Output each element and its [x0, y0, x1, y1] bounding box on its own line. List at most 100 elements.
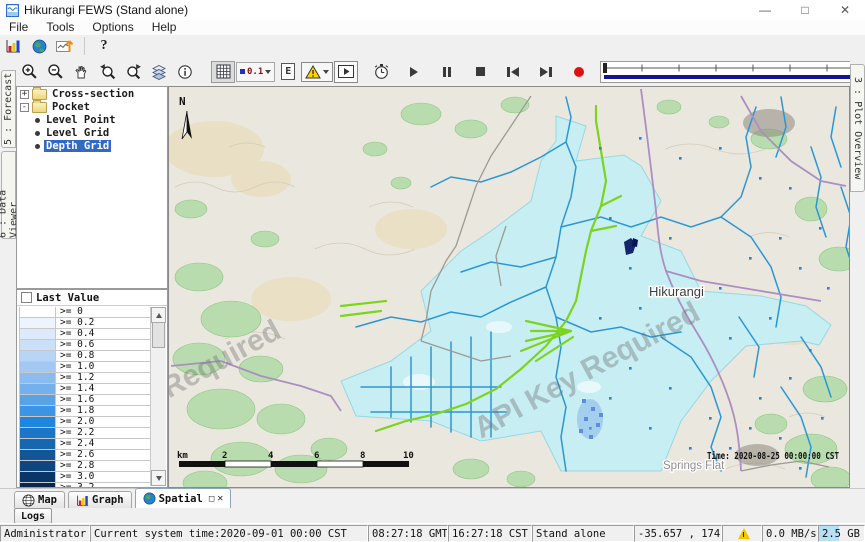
database-chart-button[interactable]	[1, 35, 25, 57]
legend-swatch	[20, 439, 56, 449]
bar-chart-icon	[5, 38, 21, 54]
legend-swatch	[20, 461, 56, 471]
menu-tools[interactable]: Tools	[37, 20, 83, 35]
tab-spatial[interactable]: Spatial □ ✕	[135, 488, 232, 508]
tree-node-level-point[interactable]: Level Point	[20, 114, 167, 126]
warning-dropdown[interactable]	[301, 62, 333, 82]
application-window: Hikurangi FEWS (Stand alone) — □ ✕ File …	[0, 0, 865, 542]
zoom-out-button[interactable]	[43, 61, 67, 83]
map-display-button[interactable]	[27, 35, 51, 57]
zoom-previous-icon	[99, 63, 116, 80]
tree-node-label: Level Grid	[44, 127, 111, 139]
zoom-next-button[interactable]	[121, 61, 145, 83]
legend-row[interactable]: >= 3.2	[20, 483, 150, 487]
status-bar: Administrator Current system time:2020-0…	[0, 523, 865, 542]
expand-icon[interactable]: +	[20, 90, 29, 99]
zoom-in-button[interactable]	[17, 61, 41, 83]
play-button[interactable]	[402, 61, 426, 83]
legend-label: >= 0.4	[56, 329, 94, 339]
left-dock-strip: 5 : Forecast 6 : Data Viewer	[0, 57, 16, 488]
profile-tool-button[interactable]	[53, 35, 77, 57]
menu-options[interactable]: Options	[83, 20, 142, 35]
zoom-out-icon	[47, 63, 64, 80]
precision-dot-icon	[240, 69, 245, 74]
zoom-previous-button[interactable]	[95, 61, 119, 83]
time-slider[interactable]	[600, 61, 865, 83]
maximize-button[interactable]: □	[785, 0, 825, 20]
show-grid-button[interactable]	[211, 61, 235, 83]
play-icon	[410, 67, 418, 77]
set-time-button[interactable]	[369, 61, 393, 83]
main-toolbar: ?	[0, 35, 865, 58]
status-warning[interactable]	[722, 525, 762, 542]
layers-icon	[151, 64, 167, 80]
app-logo-icon	[6, 4, 19, 17]
close-button[interactable]: ✕	[825, 0, 865, 20]
wire-globe-icon	[22, 494, 35, 507]
tree-node-depth-grid[interactable]: Depth Grid	[20, 140, 167, 152]
legend-label: >= 2.6	[56, 450, 94, 460]
map-view[interactable]: API Key Required API Key Required Hikura…	[168, 86, 850, 488]
legend-swatch	[20, 351, 56, 361]
record-button[interactable]	[567, 61, 591, 83]
tab-plot-overview[interactable]: 3 : Plot Overview	[850, 64, 865, 192]
menu-bar: File Tools Options Help	[0, 20, 865, 36]
scroll-down-button[interactable]	[151, 470, 166, 486]
scrollbar-thumb[interactable]	[152, 322, 165, 348]
step-forward-button[interactable]	[534, 61, 558, 83]
pause-button[interactable]	[435, 61, 459, 83]
tab-data-viewer[interactable]: 6 : Data Viewer	[1, 151, 16, 239]
step-back-button[interactable]	[501, 61, 525, 83]
tree-node-pocket[interactable]: - Pocket	[20, 101, 167, 113]
legend-label: >= 3.0	[56, 472, 94, 482]
stop-button[interactable]	[468, 61, 492, 83]
layers-button[interactable]	[147, 61, 171, 83]
scale-tick: 4	[268, 451, 274, 461]
pan-button[interactable]	[69, 61, 93, 83]
legend-label: >= 0	[56, 307, 83, 317]
tab-graph-label: Graph	[92, 494, 124, 506]
precision-dropdown[interactable]: 0.1	[236, 62, 275, 82]
tree-node-label: Pocket	[50, 101, 92, 113]
help-button[interactable]: ?	[92, 35, 116, 57]
legend-swatch	[20, 307, 56, 317]
scroll-up-button[interactable]	[151, 307, 166, 323]
tab-map-label: Map	[38, 494, 57, 506]
label-tool-button[interactable]: E	[276, 61, 300, 83]
tab-restore-icon[interactable]: □	[209, 494, 214, 504]
tab-map[interactable]: Map	[14, 491, 65, 508]
tree-node-level-grid[interactable]: Level Grid	[20, 127, 167, 139]
legend-label: >= 1.2	[56, 373, 94, 383]
animation-button[interactable]	[334, 61, 358, 83]
place-label-hikurangi: Hikurangi	[649, 284, 704, 299]
legend-swatch	[20, 362, 56, 372]
stopwatch-icon	[373, 63, 390, 80]
tab-graph[interactable]: Graph	[68, 491, 132, 508]
info-button[interactable]	[173, 61, 197, 83]
tab-forecast[interactable]: 5 : Forecast	[1, 70, 16, 148]
last-value-checkbox[interactable]	[21, 292, 32, 303]
collapse-icon[interactable]: -	[20, 103, 29, 112]
slider-handle-left[interactable]	[603, 63, 607, 73]
precision-value: 0.1	[247, 67, 263, 77]
movie-play-icon	[338, 65, 354, 78]
pause-icon	[448, 67, 451, 77]
tab-close-icon[interactable]: ✕	[217, 493, 223, 504]
globe-icon	[32, 39, 47, 54]
legend-header: Last Value	[17, 290, 167, 306]
minimize-button[interactable]: —	[745, 0, 785, 20]
arrow-down-icon	[156, 476, 162, 481]
warning-icon	[305, 65, 321, 79]
scale-tick: 6	[314, 451, 319, 461]
logs-button[interactable]: Logs	[14, 508, 52, 524]
scale-tick: 2	[222, 451, 227, 461]
scale-tick: 10	[403, 451, 414, 461]
menu-help[interactable]: Help	[143, 20, 186, 35]
tab-spatial-label: Spatial	[159, 493, 203, 505]
menu-file[interactable]: File	[0, 20, 37, 35]
chevron-down-icon	[265, 70, 271, 74]
legend-scrollbar[interactable]	[150, 307, 166, 486]
legend-swatch	[20, 395, 56, 405]
info-icon	[177, 64, 193, 80]
tree-node-cross-section[interactable]: + Cross-section	[20, 88, 167, 100]
